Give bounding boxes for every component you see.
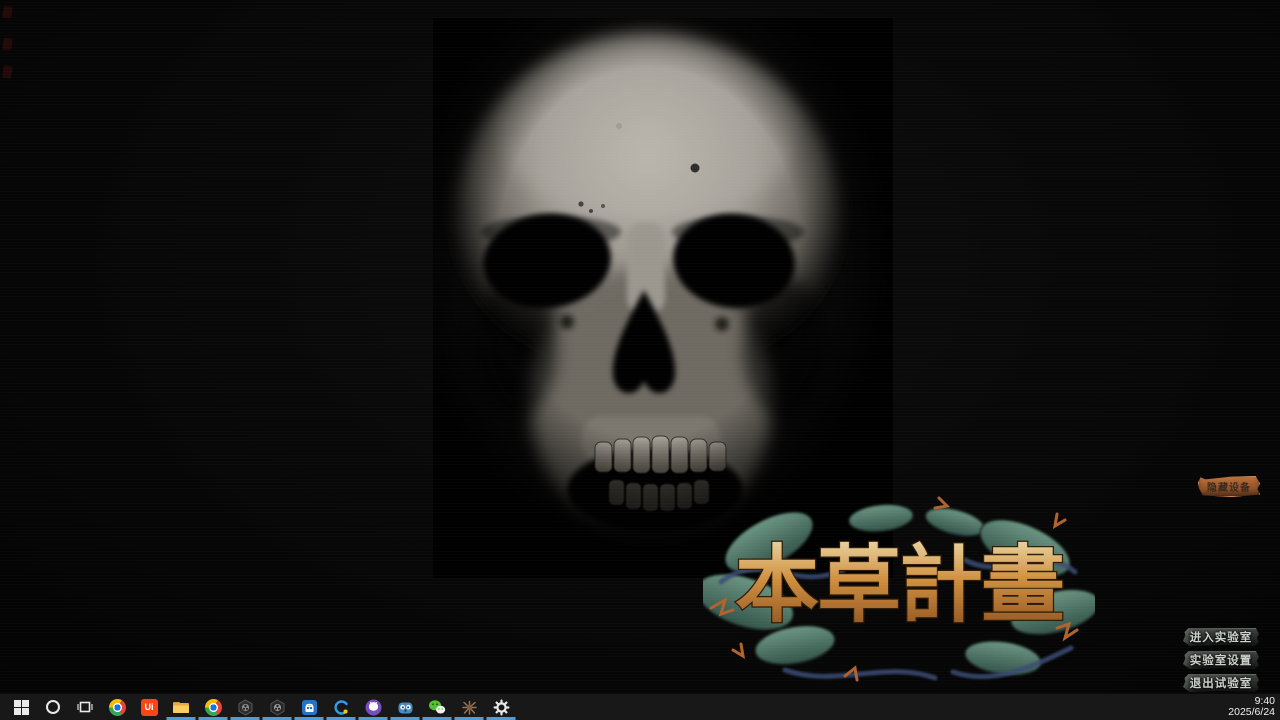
windows-taskbar: Ui bbox=[0, 693, 1280, 720]
microsoft-store-icon bbox=[301, 699, 318, 716]
tencent-meeting-button[interactable] bbox=[325, 694, 357, 720]
cortana-search-button[interactable] bbox=[37, 694, 69, 720]
laboratory-settings-button[interactable]: 实验室设置 bbox=[1183, 651, 1259, 669]
godot-engine-button[interactable] bbox=[389, 694, 421, 720]
meeting-swoosh-icon bbox=[333, 699, 350, 716]
chrome-button[interactable] bbox=[101, 694, 133, 720]
game-logo: 本草計畫 bbox=[703, 490, 1095, 690]
cortana-circle-icon bbox=[45, 699, 61, 715]
hexagon-app-2-button[interactable] bbox=[261, 694, 293, 720]
spider-icon bbox=[461, 699, 478, 716]
chrome-2-button[interactable] bbox=[197, 694, 229, 720]
hexagon-badge-icon bbox=[269, 699, 286, 716]
laboratory-settings-label: 实验室设置 bbox=[1190, 652, 1253, 668]
game-screen: 本草計畫 隐藏设备 进入实验室 实验室设置 退出试验室 bbox=[0, 0, 1280, 720]
task-view-icon bbox=[77, 699, 93, 715]
hide-device-button[interactable]: 隐藏设备 bbox=[1198, 476, 1260, 497]
taskbar-clock[interactable]: 9:40 2025/6/24 bbox=[1228, 694, 1275, 720]
hexagon-badge-icon bbox=[237, 699, 254, 716]
wall-mark bbox=[2, 5, 13, 18]
windows-logo-icon bbox=[14, 700, 29, 715]
hide-device-label: 隐藏设备 bbox=[1207, 479, 1251, 494]
enter-laboratory-button[interactable]: 进入实验室 bbox=[1183, 628, 1259, 646]
file-explorer-button[interactable] bbox=[165, 694, 197, 720]
wechat-icon bbox=[428, 699, 446, 715]
uipath-icon: Ui bbox=[141, 699, 158, 716]
godot-robot-icon bbox=[397, 699, 414, 716]
uipath-button[interactable]: Ui bbox=[133, 694, 165, 720]
settings-button[interactable] bbox=[485, 694, 517, 720]
exit-laboratory-label: 退出试验室 bbox=[1190, 675, 1253, 691]
start-button[interactable] bbox=[5, 694, 37, 720]
chrome-icon bbox=[109, 699, 126, 716]
enter-laboratory-label: 进入实验室 bbox=[1190, 629, 1253, 645]
logo-title: 本草計畫 bbox=[735, 535, 1063, 634]
microsoft-store-button[interactable] bbox=[293, 694, 325, 720]
wechat-button[interactable] bbox=[421, 694, 453, 720]
folder-icon bbox=[172, 699, 190, 715]
spider-app-button[interactable] bbox=[453, 694, 485, 720]
task-view-button[interactable] bbox=[69, 694, 101, 720]
clock-date: 2025/6/24 bbox=[1228, 707, 1275, 718]
github-icon bbox=[365, 699, 382, 716]
wall-mark bbox=[2, 65, 13, 78]
gear-icon bbox=[493, 699, 510, 716]
wall-mark bbox=[2, 37, 13, 50]
chrome-icon bbox=[205, 699, 222, 716]
github-desktop-button[interactable] bbox=[357, 694, 389, 720]
exit-laboratory-button[interactable]: 退出试验室 bbox=[1183, 674, 1259, 692]
hexagon-app-1-button[interactable] bbox=[229, 694, 261, 720]
